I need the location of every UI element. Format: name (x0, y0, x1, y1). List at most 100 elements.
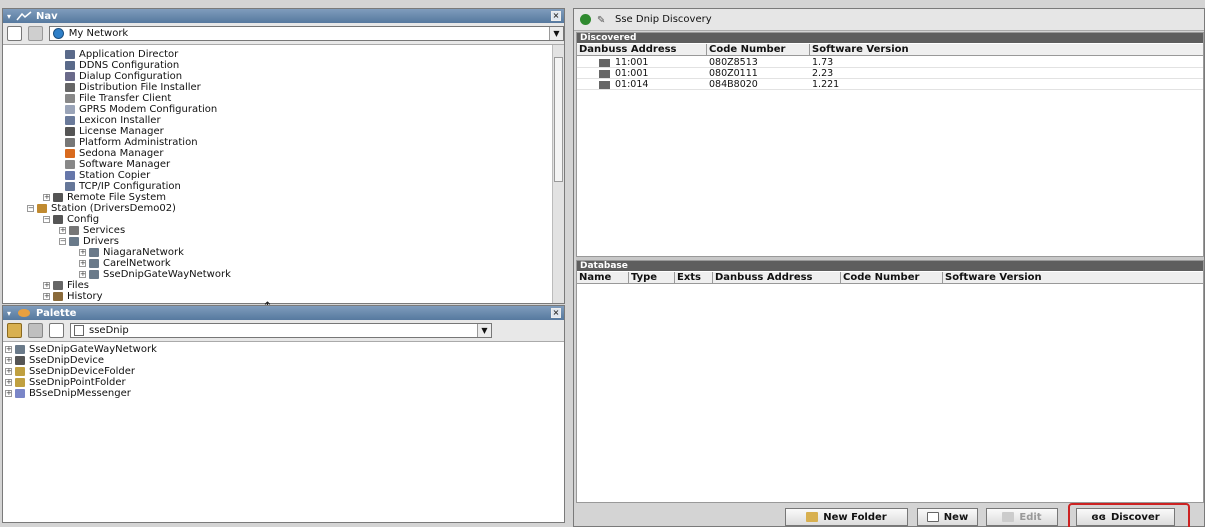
tree-node[interactable]: Lexicon Installer (3, 115, 549, 126)
network-icon (89, 270, 99, 279)
tree-node[interactable]: + Remote File System (3, 192, 549, 203)
column-type[interactable]: Type (629, 272, 675, 283)
close-tab-icon[interactable] (27, 26, 43, 41)
tree-node[interactable]: + SseDnipGateWayNetwork (3, 344, 563, 355)
collapse-triangle-icon[interactable]: ▾ (7, 309, 11, 318)
expand-icon[interactable]: + (5, 368, 12, 375)
tree-node[interactable]: + Services (3, 225, 549, 236)
find-icon[interactable] (49, 323, 64, 338)
tree-node[interactable]: License Manager (3, 126, 549, 137)
tree-node[interactable]: + SseDnipDeviceFolder (3, 366, 563, 377)
danbuss-address-text: 01:014 (615, 79, 649, 90)
tree-node[interactable]: Platform Administration (3, 137, 549, 148)
open-palette-icon[interactable] (7, 323, 22, 338)
remote-fs-icon (53, 193, 63, 202)
collapse-icon[interactable]: − (43, 216, 50, 223)
chevron-down-icon[interactable]: ▼ (548, 27, 563, 40)
tree-node[interactable]: TCP/IP Configuration (3, 181, 549, 192)
station-icon (37, 204, 47, 213)
expand-icon[interactable]: + (43, 293, 50, 300)
collapse-icon[interactable]: − (59, 238, 66, 245)
expand-icon[interactable]: + (59, 227, 66, 234)
palette-tree: + SseDnipGateWayNetwork + SseDnipDevice + Sse… (3, 344, 563, 514)
discover-button[interactable]: ɞɞ Discover (1076, 508, 1175, 526)
table-row[interactable]: 11:001 080Z8513 1.73 (577, 57, 1203, 68)
column-danbuss-address[interactable]: Danbuss Address (713, 272, 841, 283)
column-name[interactable]: Name (577, 272, 629, 283)
palette-panel: ▾ Palette × sseDnip ▼ + SseDnipGateWayNet… (2, 305, 565, 523)
device-icon (599, 58, 610, 67)
installer-icon (65, 83, 75, 92)
close-palette-icon[interactable] (28, 323, 43, 338)
tree-node[interactable]: Station Copier (3, 170, 549, 181)
expand-icon[interactable]: + (5, 379, 12, 386)
tree-node[interactable]: + Files (3, 280, 549, 291)
tree-node[interactable]: + NiagaraNetwork (3, 247, 549, 258)
close-side-bar-icon[interactable]: × (551, 308, 561, 318)
palette-title: Palette (36, 307, 77, 319)
new-button[interactable]: New (917, 508, 978, 526)
tree-node-label: File Transfer Client (79, 93, 172, 104)
database-pane: Database Name Type Exts Danbuss Address … (576, 260, 1204, 503)
column-software-version[interactable]: Software Version (943, 272, 1203, 283)
tree-node[interactable]: − Config (3, 214, 549, 225)
table-row[interactable]: 01:014 084B8020 1.221 (577, 79, 1203, 90)
edit-button[interactable]: Edit (986, 508, 1058, 526)
tree-node[interactable]: − Station (DriversDemo02) (3, 203, 549, 214)
discovered-pane: Discovered Danbuss Address Code Number S… (576, 32, 1204, 257)
tree-node[interactable]: + SseDnipPointFolder (3, 377, 563, 388)
column-code-number[interactable]: Code Number (707, 44, 810, 55)
new-tab-icon[interactable] (7, 26, 22, 41)
tree-node[interactable]: + SseDnipGateWayNetwork (3, 269, 549, 280)
tree-node-label: Sedona Manager (79, 148, 164, 159)
expand-icon[interactable]: + (43, 194, 50, 201)
tree-node[interactable]: + CarelNetwork (3, 258, 549, 269)
column-code-number[interactable]: Code Number (841, 272, 943, 283)
tree-node[interactable]: DDNS Configuration (3, 60, 549, 71)
tree-node-label: TCP/IP Configuration (79, 181, 181, 192)
expand-icon[interactable]: + (79, 249, 86, 256)
nav-scrollbar[interactable] (552, 45, 564, 303)
folder-icon (806, 512, 819, 522)
new-folder-button[interactable]: New Folder (785, 508, 908, 526)
tree-node[interactable]: Sedona Manager (3, 148, 549, 159)
code-number-cell: 084B8020 (709, 79, 758, 90)
collapse-triangle-icon[interactable]: ▾ (7, 12, 11, 21)
tree-node-label: License Manager (79, 126, 164, 137)
collapse-icon[interactable]: − (27, 205, 34, 212)
tree-node-label: Dialup Configuration (79, 71, 183, 82)
network-selector[interactable]: My Network ▼ (48, 26, 564, 41)
expand-icon[interactable]: + (5, 357, 12, 364)
tree-node[interactable]: Distribution File Installer (3, 82, 549, 93)
tree-node-label: Lexicon Installer (79, 115, 161, 126)
palette-module-value: sseDnip (89, 325, 129, 336)
palette-module-selector[interactable]: sseDnip ▼ (70, 323, 492, 338)
table-row[interactable]: 01:001 080Z0111 2.23 (577, 68, 1203, 79)
column-exts[interactable]: Exts (675, 272, 713, 283)
expand-icon[interactable]: + (5, 390, 12, 397)
nav-panel: ▾ Nav × My Network ▼ Application Directo… (2, 8, 565, 304)
tree-node[interactable]: Application Director (3, 49, 549, 60)
nav-title: Nav (36, 10, 58, 22)
tree-node[interactable]: + BSseDnipMessenger (3, 388, 563, 399)
tree-node[interactable]: Dialup Configuration (3, 71, 549, 82)
tree-node-label: Config (67, 214, 100, 225)
expand-icon[interactable]: + (5, 346, 12, 353)
binoculars-icon: ɞɞ (1091, 511, 1106, 523)
nav-scrollbar-thumb[interactable] (554, 57, 563, 182)
tree-node[interactable]: − Drivers (3, 236, 549, 247)
tree-node[interactable]: GPRS Modem Configuration (3, 104, 549, 115)
config-icon (53, 215, 63, 224)
tree-node-label: GPRS Modem Configuration (79, 104, 218, 115)
column-danbuss-address[interactable]: Danbuss Address (577, 44, 707, 55)
expand-icon[interactable]: + (43, 282, 50, 289)
tree-node[interactable]: File Transfer Client (3, 93, 549, 104)
expand-icon[interactable]: + (79, 271, 86, 278)
expand-icon[interactable]: + (79, 260, 86, 267)
column-software-version[interactable]: Software Version (810, 44, 1203, 55)
tree-node[interactable]: + SseDnipDevice (3, 355, 563, 366)
chevron-down-icon[interactable]: ▼ (477, 324, 491, 337)
tree-node[interactable]: Software Manager (3, 159, 549, 170)
tree-node[interactable]: + History (3, 291, 549, 302)
close-side-bar-icon[interactable]: × (551, 11, 561, 21)
